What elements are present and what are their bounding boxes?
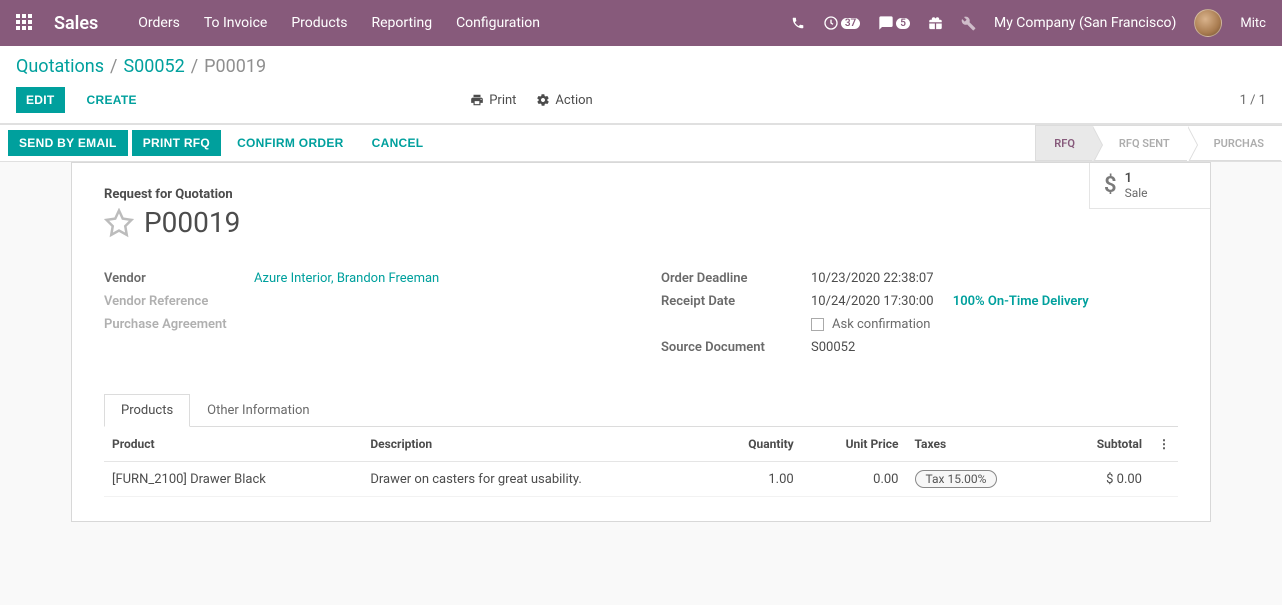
confirm-order-button[interactable]: CONFIRM ORDER (223, 131, 358, 155)
tab-other-info[interactable]: Other Information (190, 394, 326, 427)
cell-quantity: 1.00 (708, 462, 802, 497)
th-unit-price[interactable]: Unit Price (802, 427, 907, 462)
action-label: Action (555, 93, 592, 108)
print-icon (470, 93, 484, 107)
user-name[interactable]: Mitc (1240, 16, 1266, 31)
vendor-label: Vendor (104, 271, 254, 286)
order-deadline-label: Order Deadline (661, 271, 811, 286)
source-doc-value: S00052 (811, 340, 855, 355)
checkbox-icon[interactable] (811, 318, 824, 331)
table-row[interactable]: [FURN_2100] Drawer Black Drawer on caste… (104, 462, 1178, 497)
avatar[interactable] (1194, 9, 1222, 37)
cell-unit-price: 0.00 (802, 462, 907, 497)
source-doc-label: Source Document (661, 340, 811, 355)
app-brand[interactable]: Sales (54, 13, 98, 34)
th-quantity[interactable]: Quantity (708, 427, 802, 462)
print-rfq-button[interactable]: PRINT RFQ (132, 130, 221, 156)
activities-icon[interactable]: 37 (823, 15, 860, 31)
nav-orders[interactable]: Orders (138, 15, 180, 31)
stage-rfq-sent[interactable]: RFQ SENT (1093, 125, 1188, 161)
cell-options (1150, 462, 1178, 497)
ask-confirmation-label: Ask confirmation (832, 317, 931, 332)
breadcrumb-root[interactable]: Quotations (16, 56, 104, 77)
doc-type-label: Request for Quotation (104, 187, 1178, 202)
breadcrumb-current: P00019 (204, 56, 266, 77)
receipt-date-value: 10/24/2020 17:30:00 (811, 294, 934, 309)
gift-icon[interactable] (928, 16, 943, 31)
order-deadline-value: 10/23/2020 22:38:07 (811, 271, 934, 286)
nav-reporting[interactable]: Reporting (372, 15, 433, 31)
stat-button-box: $ 1 Sale (1089, 163, 1210, 209)
stat-label: Sale (1125, 186, 1148, 200)
stage-purchase[interactable]: PURCHAS (1188, 125, 1282, 161)
discuss-badge: 5 (896, 18, 910, 29)
breadcrumb: Quotations / S00052 / P00019 (16, 56, 1266, 77)
fields-right: Order Deadline 10/23/2020 22:38:07 Recei… (661, 267, 1178, 359)
nav-products[interactable]: Products (291, 15, 347, 31)
create-button[interactable]: CREATE (77, 87, 147, 113)
print-button[interactable]: Print (470, 93, 516, 108)
breadcrumb-sep: / (110, 56, 117, 77)
ask-confirmation-field[interactable]: Ask confirmation (811, 317, 931, 332)
th-taxes[interactable]: Taxes (907, 427, 1057, 462)
tools-icon[interactable] (961, 16, 976, 31)
vendor-link[interactable]: Azure Interior, Brandon Freeman (254, 271, 439, 286)
purchase-agreement-label: Purchase Agreement (104, 317, 254, 332)
activities-badge: 37 (841, 18, 860, 29)
print-action-group: Print Action (470, 93, 593, 108)
print-label: Print (489, 93, 516, 108)
tax-badge: Tax 15.00% (915, 470, 998, 488)
send-email-button[interactable]: SEND BY EMAIL (8, 130, 128, 156)
action-button[interactable]: Action (536, 93, 592, 108)
vendor-ref-label: Vendor Reference (104, 294, 254, 309)
receipt-date-label: Receipt Date (661, 294, 811, 309)
status-stages: RFQ RFQ SENT PURCHAS (1035, 125, 1282, 161)
company-selector[interactable]: My Company (San Francisco) (994, 15, 1176, 31)
tab-products[interactable]: Products (104, 394, 190, 427)
form-sheet: $ 1 Sale Request for Quotation P00019 (71, 162, 1211, 522)
stat-sale-button[interactable]: $ 1 Sale (1090, 163, 1210, 208)
th-subtotal[interactable]: Subtotal (1057, 427, 1150, 462)
stat-count: 1 (1125, 171, 1148, 186)
tabs: Products Other Information (104, 393, 1178, 427)
edit-button[interactable]: EDIT (16, 87, 65, 113)
fields-left: Vendor Azure Interior, Brandon Freeman V… (104, 267, 621, 359)
status-bar: SEND BY EMAIL PRINT RFQ CONFIRM ORDER CA… (0, 124, 1282, 162)
on-time-delivery-link[interactable]: 100% On-Time Delivery (953, 294, 1089, 309)
apps-icon[interactable] (16, 14, 34, 32)
cell-product: [FURN_2100] Drawer Black (104, 462, 362, 497)
dollar-icon: $ (1104, 173, 1117, 198)
nav-right: 37 5 My Company (San Francisco) Mitc (791, 9, 1266, 37)
cell-subtotal: $ 0.00 (1057, 462, 1150, 497)
nav-links: Orders To Invoice Products Reporting Con… (138, 15, 540, 31)
priority-star-icon[interactable] (104, 208, 134, 238)
cancel-button[interactable]: CANCEL (358, 131, 438, 155)
th-options[interactable]: ⋮ (1150, 427, 1178, 462)
breadcrumb-mid[interactable]: S00052 (123, 56, 184, 77)
cell-description: Drawer on casters for great usability. (362, 462, 708, 497)
discuss-icon[interactable]: 5 (878, 15, 910, 31)
cell-taxes: Tax 15.00% (907, 462, 1057, 497)
stage-rfq[interactable]: RFQ (1035, 125, 1093, 161)
breadcrumb-sep: / (191, 56, 198, 77)
ask-confirmation-spacer (661, 317, 811, 332)
order-lines-table: Product Description Quantity Unit Price … (104, 427, 1178, 497)
th-description[interactable]: Description (362, 427, 708, 462)
nav-configuration[interactable]: Configuration (456, 15, 540, 31)
control-panel: Quotations / S00052 / P00019 EDIT CREATE… (0, 46, 1282, 124)
gear-icon (536, 93, 550, 107)
nav-to-invoice[interactable]: To Invoice (204, 15, 268, 31)
pager[interactable]: 1 / 1 (1240, 93, 1266, 108)
th-product[interactable]: Product (104, 427, 362, 462)
doc-title: P00019 (144, 206, 240, 239)
top-nav: Sales Orders To Invoice Products Reporti… (0, 0, 1282, 46)
phone-icon[interactable] (791, 16, 805, 30)
